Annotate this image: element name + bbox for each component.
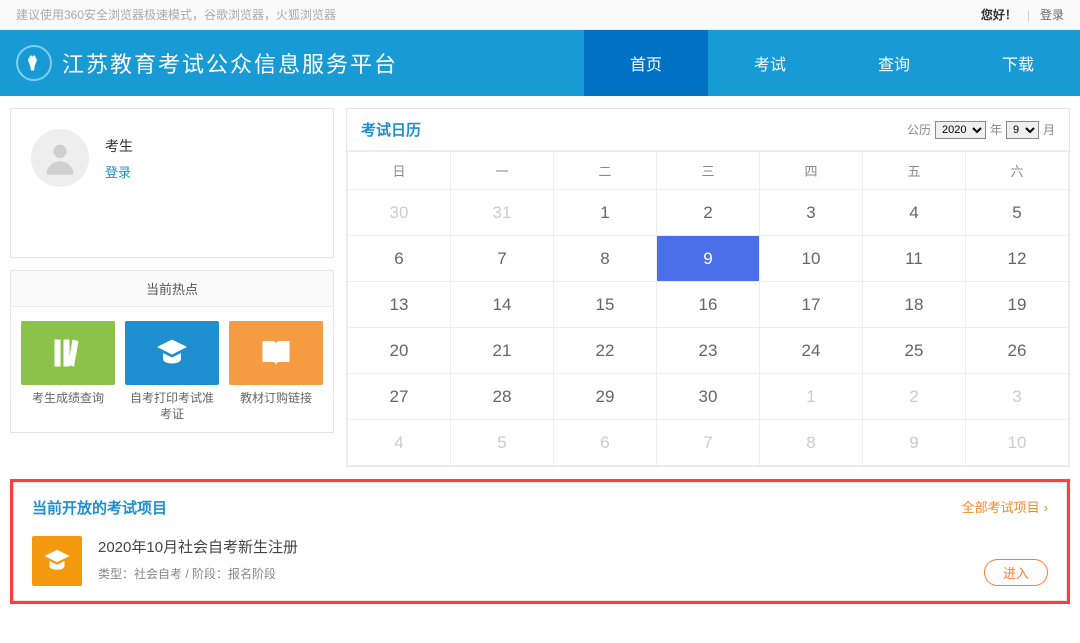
calendar-day[interactable]: 8 [760, 420, 863, 466]
calendar-day[interactable]: 30 [348, 190, 451, 236]
calendar-day[interactable]: 9 [863, 420, 966, 466]
calendar-day[interactable]: 24 [760, 328, 863, 374]
calendar-day[interactable]: 7 [451, 236, 554, 282]
hotspot-print-ticket[interactable]: 自考打印考试准考证 [125, 321, 219, 422]
calendar-day[interactable]: 4 [348, 420, 451, 466]
calendar-day[interactable]: 16 [657, 282, 760, 328]
hotspot-panel: 当前热点 考生成绩查询 自考打印考试准考证 [10, 270, 334, 433]
hotspot-title: 当前热点 [11, 271, 333, 307]
top-login-link[interactable]: 登录 [1040, 6, 1064, 23]
weekday-header: 日 [348, 152, 451, 190]
user-role: 考生 [105, 136, 133, 156]
calendar-day[interactable]: 29 [554, 374, 657, 420]
month-label: 月 [1043, 121, 1055, 138]
calendar-table: 日一二三四五六 30311234567891011121314151617181… [347, 151, 1069, 466]
calendar-day[interactable]: 5 [966, 190, 1069, 236]
calendar-day[interactable]: 8 [554, 236, 657, 282]
calendar-title: 考试日历 [361, 119, 907, 140]
weekday-header: 四 [760, 152, 863, 190]
calendar-day[interactable]: 30 [657, 374, 760, 420]
calendar-day[interactable]: 27 [348, 374, 451, 420]
calendar-day[interactable]: 17 [760, 282, 863, 328]
weekday-header: 二 [554, 152, 657, 190]
era-label: 公历 [907, 121, 931, 138]
open-exam-title: 当前开放的考试项目 [32, 497, 1048, 518]
month-select[interactable]: 9 [1006, 121, 1039, 139]
calendar-day[interactable]: 15 [554, 282, 657, 328]
calendar-day[interactable]: 5 [451, 420, 554, 466]
open-exam-highlight: 当前开放的考试项目 全部考试项目 2020年10月社会自考新生注册 类型：社会自… [10, 479, 1070, 604]
hotspot-label: 考生成绩查询 [21, 391, 115, 407]
calendar-day[interactable]: 18 [863, 282, 966, 328]
weekday-header: 一 [451, 152, 554, 190]
calendar-panel: 考试日历 公历 2020 年 9 月 日一二三四五六 3031123456789… [346, 108, 1070, 467]
calendar-day[interactable]: 19 [966, 282, 1069, 328]
calendar-day[interactable]: 11 [863, 236, 966, 282]
calendar-day[interactable]: 31 [451, 190, 554, 236]
logo-icon [16, 45, 52, 81]
nav-home[interactable]: 首页 [584, 30, 708, 96]
hotspot-textbook-order[interactable]: 教材订购链接 [229, 321, 323, 422]
calendar-day[interactable]: 28 [451, 374, 554, 420]
site-header: 江苏教育考试公众信息服务平台 首页 考试 查询 下载 [0, 30, 1080, 96]
calendar-day[interactable]: 9 [657, 236, 760, 282]
hotspot-score-query[interactable]: 考生成绩查询 [21, 321, 115, 422]
graduation-cap-icon [125, 321, 219, 385]
calendar-day[interactable]: 23 [657, 328, 760, 374]
calendar-day[interactable]: 20 [348, 328, 451, 374]
greeting: 您好！ [981, 6, 1017, 23]
calendar-day[interactable]: 12 [966, 236, 1069, 282]
hotspot-label: 自考打印考试准考证 [125, 391, 219, 422]
exam-entry-name: 2020年10月社会自考新生注册 [98, 536, 968, 557]
calendar-day[interactable]: 1 [554, 190, 657, 236]
calendar-day[interactable]: 2 [657, 190, 760, 236]
site-title: 江苏教育考试公众信息服务平台 [62, 47, 584, 79]
all-exam-link[interactable]: 全部考试项目 [962, 497, 1048, 516]
exam-entry-meta: 类型：社会自考 / 阶段：报名阶段 [98, 565, 968, 582]
calendar-day[interactable]: 13 [348, 282, 451, 328]
calendar-day[interactable]: 26 [966, 328, 1069, 374]
calendar-day[interactable]: 21 [451, 328, 554, 374]
nav-exam[interactable]: 考试 [708, 30, 832, 96]
calendar-day[interactable]: 3 [760, 190, 863, 236]
calendar-day[interactable]: 14 [451, 282, 554, 328]
calendar-day[interactable]: 1 [760, 374, 863, 420]
top-bar: 建议使用360安全浏览器极速模式，谷歌浏览器，火狐浏览器 您好！ | 登录 [0, 0, 1080, 30]
calendar-day[interactable]: 3 [966, 374, 1069, 420]
book-spine-icon [21, 321, 115, 385]
calendar-day[interactable]: 4 [863, 190, 966, 236]
calendar-day[interactable]: 7 [657, 420, 760, 466]
book-open-icon [229, 321, 323, 385]
nav-download[interactable]: 下载 [956, 30, 1080, 96]
nav-query[interactable]: 查询 [832, 30, 956, 96]
user-card: 考生 登录 [10, 108, 334, 258]
user-login-link[interactable]: 登录 [105, 162, 133, 181]
weekday-header: 五 [863, 152, 966, 190]
separator: | [1027, 8, 1030, 22]
calendar-day[interactable]: 2 [863, 374, 966, 420]
calendar-day[interactable]: 22 [554, 328, 657, 374]
weekday-header: 三 [657, 152, 760, 190]
calendar-day[interactable]: 6 [348, 236, 451, 282]
calendar-day[interactable]: 6 [554, 420, 657, 466]
weekday-header: 六 [966, 152, 1069, 190]
calendar-day[interactable]: 10 [966, 420, 1069, 466]
browser-tip: 建议使用360安全浏览器极速模式，谷歌浏览器，火狐浏览器 [16, 6, 981, 23]
graduation-cap-icon [32, 536, 82, 586]
enter-button[interactable]: 进入 [984, 559, 1048, 586]
calendar-day[interactable]: 10 [760, 236, 863, 282]
main-nav: 首页 考试 查询 下载 [584, 30, 1080, 96]
hotspot-label: 教材订购链接 [229, 391, 323, 407]
year-label: 年 [990, 121, 1002, 138]
year-select[interactable]: 2020 [935, 121, 986, 139]
calendar-day[interactable]: 25 [863, 328, 966, 374]
avatar-icon [31, 129, 89, 187]
